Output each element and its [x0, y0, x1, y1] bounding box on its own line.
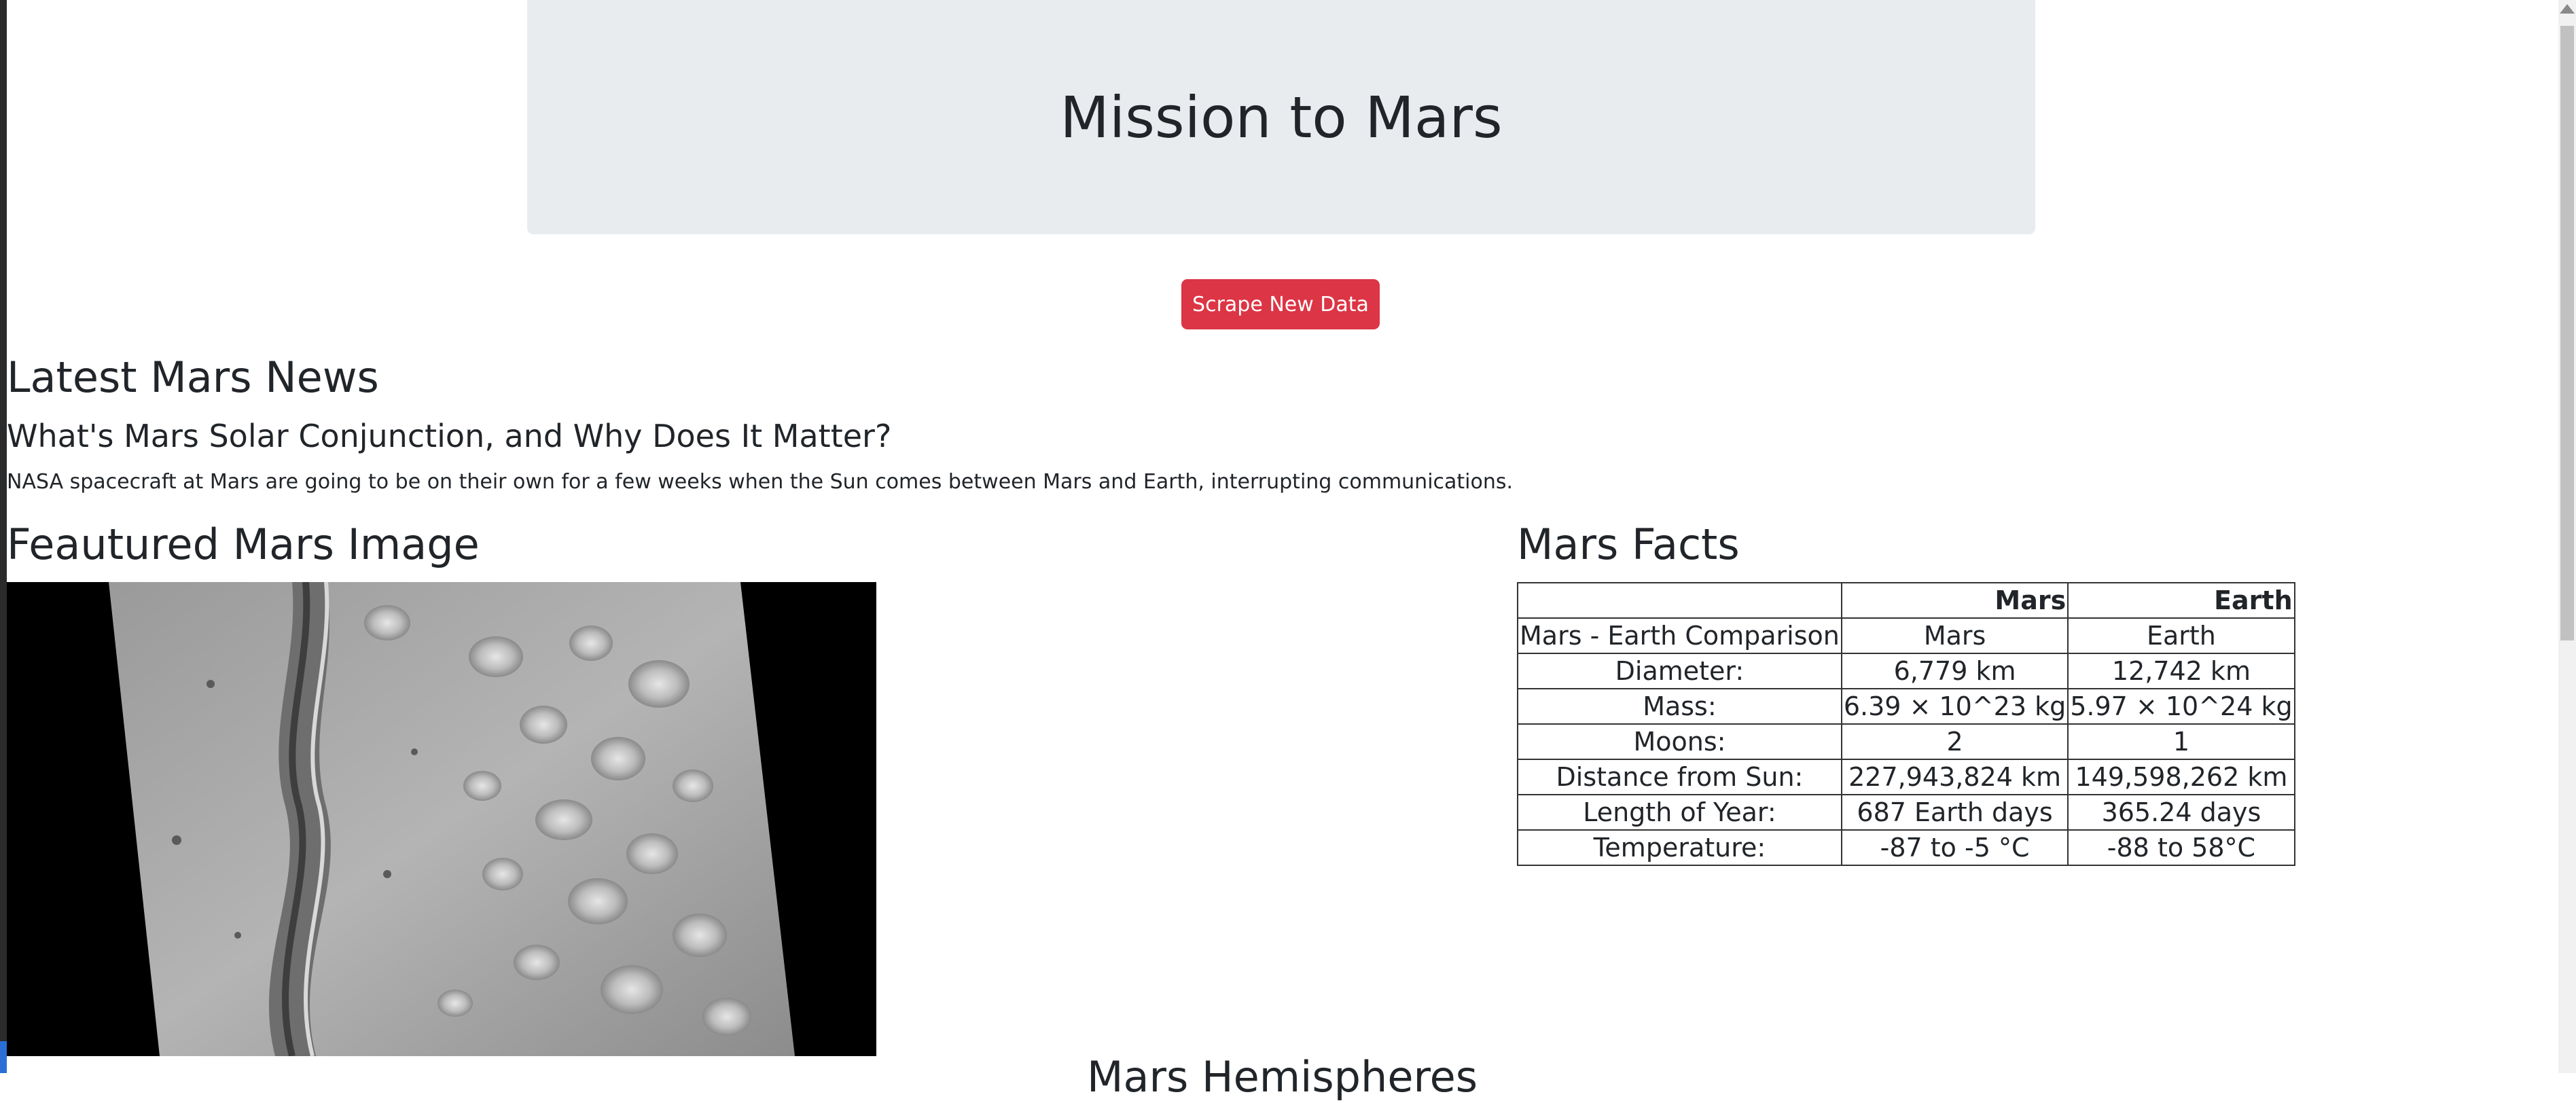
table-cell: 6,779 km: [1840, 653, 2069, 689]
table-cell: 6.39 × 10^23 kg: [1840, 688, 2069, 725]
table-cell: Mars: [1840, 617, 2069, 654]
table-cell: 149,598,262 km: [2067, 759, 2295, 795]
table-header-cell: Earth: [2067, 582, 2295, 619]
featured-mars-image: [7, 582, 876, 1056]
table-row: Moons: 2 1: [1517, 723, 2295, 760]
table-row: Mars - Earth Comparison Mars Earth: [1517, 617, 2295, 654]
window-left-edge: [0, 0, 7, 1073]
jumbotron-header: Mission to Mars: [527, 0, 2035, 234]
table-header-cell: Mars: [1840, 582, 2069, 619]
table-row: Distance from Sun: 227,943,824 km 149,59…: [1517, 759, 2295, 795]
table-cell: 1: [2067, 723, 2295, 760]
table-cell: 365.24 days: [2067, 794, 2295, 831]
table-header-row: Mars Earth: [1517, 582, 2295, 619]
page-title: Mission to Mars: [1060, 84, 1503, 151]
table-cell: Distance from Sun:: [1517, 759, 1842, 795]
table-cell: Diameter:: [1517, 653, 1842, 689]
scroll-up-arrow-icon[interactable]: [2560, 4, 2575, 14]
table-cell: Mars - Earth Comparison: [1517, 617, 1842, 654]
table-cell: 5.97 × 10^24 kg: [2067, 688, 2295, 725]
table-row: Diameter: 6,779 km 12,742 km: [1517, 653, 2295, 689]
table-cell: Temperature:: [1517, 829, 1842, 866]
table-cell: -87 to -5 °C: [1840, 829, 2069, 866]
latest-news-heading: Latest Mars News: [7, 352, 379, 402]
mars-surface-picture: [7, 582, 876, 1056]
table-cell: 227,943,824 km: [1840, 759, 2069, 795]
table-row: Mass: 6.39 × 10^23 kg 5.97 × 10^24 kg: [1517, 688, 2295, 725]
table-cell: 687 Earth days: [1840, 794, 2069, 831]
table-cell: Mass:: [1517, 688, 1842, 725]
table-cell: Length of Year:: [1517, 794, 1842, 831]
table-cell: 12,742 km: [2067, 653, 2295, 689]
table-cell: Moons:: [1517, 723, 1842, 760]
window-left-edge-accent: [0, 1041, 7, 1073]
table-cell: 2: [1840, 723, 2069, 760]
table-row: Length of Year: 687 Earth days 365.24 da…: [1517, 794, 2295, 831]
scrape-new-data-button[interactable]: Scrape New Data: [1181, 279, 1380, 329]
table-cell: Earth: [2067, 617, 2295, 654]
news-paragraph: NASA spacecraft at Mars are going to be …: [7, 470, 1514, 494]
table-cell: -88 to 58°C: [2067, 829, 2295, 866]
mars-facts-table: Mars Earth Mars - Earth Comparison Mars …: [1517, 582, 2295, 866]
featured-image-heading: Feautured Mars Image: [7, 520, 480, 569]
scrollbar-thumb[interactable]: [2560, 26, 2574, 640]
hemispheres-heading: Mars Hemispheres: [1087, 1052, 1478, 1102]
news-title: What's Mars Solar Conjunction, and Why D…: [7, 418, 892, 454]
table-header-cell: [1517, 582, 1842, 619]
mars-facts-heading: Mars Facts: [1517, 520, 1740, 569]
table-row: Temperature: -87 to -5 °C -88 to 58°C: [1517, 829, 2295, 866]
